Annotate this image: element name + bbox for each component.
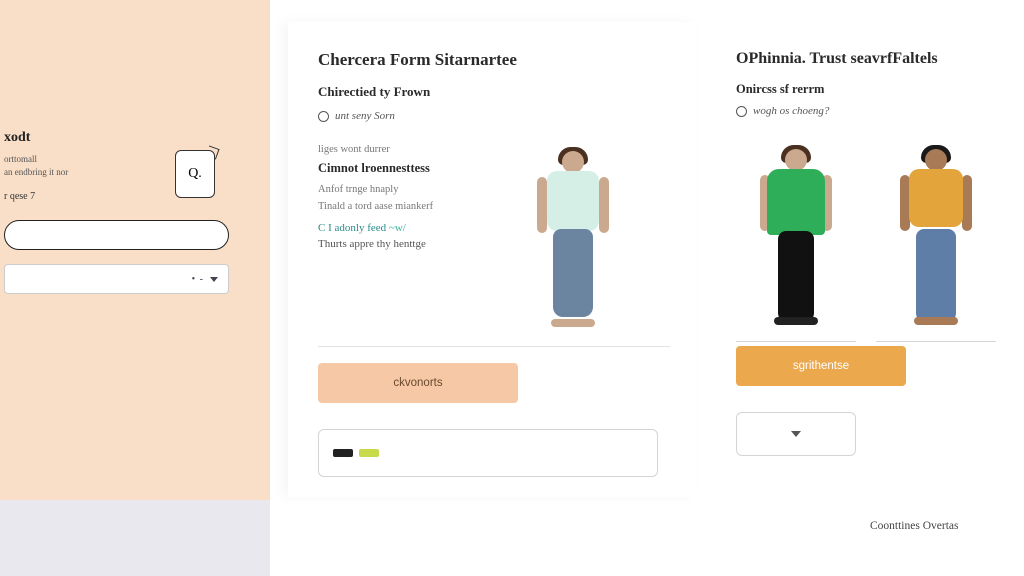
payment-method-slot[interactable] [318, 429, 658, 477]
promo-card-icon: Q. [175, 150, 215, 198]
variant-b-radio[interactable]: wogh os choeng? [736, 105, 1024, 117]
variant-a-title: Chercera Form Sitarnartee [318, 50, 670, 70]
copy-teal: C I adonly feed ~w/ [318, 222, 508, 234]
product-image [876, 139, 996, 335]
form-variant-b-card: OPhinnia. Trust seavrfFaltels Onircss sf… [718, 22, 1024, 476]
payment-chip-lime-icon [359, 449, 379, 457]
copy-strong: Cimnot lroennesttess [318, 161, 508, 176]
footer-continue-label: Coonttines Overtas [870, 520, 958, 532]
left-bottom-slab [0, 500, 270, 576]
chevron-down-icon [791, 431, 801, 437]
variant-b-radio-label: wogh os choeng? [753, 105, 829, 117]
variant-a-cta-button[interactable]: ckvonorts [318, 363, 518, 403]
variant-b-title: OPhinnia. Trust seavrfFaltels [736, 50, 1024, 68]
copy-line-2: Anfof trnge hnaply [318, 184, 508, 195]
sidebar-search-input[interactable] [4, 220, 229, 250]
product-image [736, 139, 856, 335]
product-card[interactable] [736, 139, 856, 342]
sparkline-icon: ~w/ [389, 222, 406, 234]
radio-icon [318, 111, 329, 122]
payment-chip-dark-icon [333, 449, 353, 457]
radio-icon [736, 106, 747, 117]
promo-icon-wrap: Q. [175, 150, 223, 206]
left-promo-panel: xodt orttomall an endbring it nor r qese… [0, 0, 270, 500]
divider [318, 346, 670, 347]
model-figure [527, 147, 619, 337]
product-card[interactable] [876, 139, 996, 342]
chevron-down-icon [210, 277, 218, 282]
variant-b-cta-button[interactable]: sgrithentse [736, 346, 906, 386]
form-variant-a-card: Chercera Form Sitarnartee Chirectied ty … [288, 22, 696, 497]
divider [876, 341, 996, 342]
copy-line-1: liges wont durrer [318, 144, 508, 155]
copy-line-3: Tinald a tord aase miankerf [318, 201, 508, 212]
variant-a-radio[interactable]: unt seny Sorn [318, 110, 670, 122]
variant-b-dropdown[interactable] [736, 412, 856, 456]
sidebar-select[interactable]: • - [4, 264, 229, 294]
divider [736, 341, 856, 342]
variant-a-product-image [508, 144, 638, 340]
select-indicator-icon: • - [192, 274, 204, 285]
variant-a-subtitle: Chirectied ty Frown [318, 84, 670, 100]
variant-a-copy: liges wont durrer Cimnot lroennesttess A… [318, 144, 508, 340]
sidebar-title: xodt [4, 130, 256, 146]
variant-b-subtitle: Onircss sf rerrm [736, 82, 1024, 97]
variant-a-radio-label: unt seny Sorn [335, 110, 395, 122]
copy-line-4: Thurts appre thy henttge [318, 238, 508, 250]
